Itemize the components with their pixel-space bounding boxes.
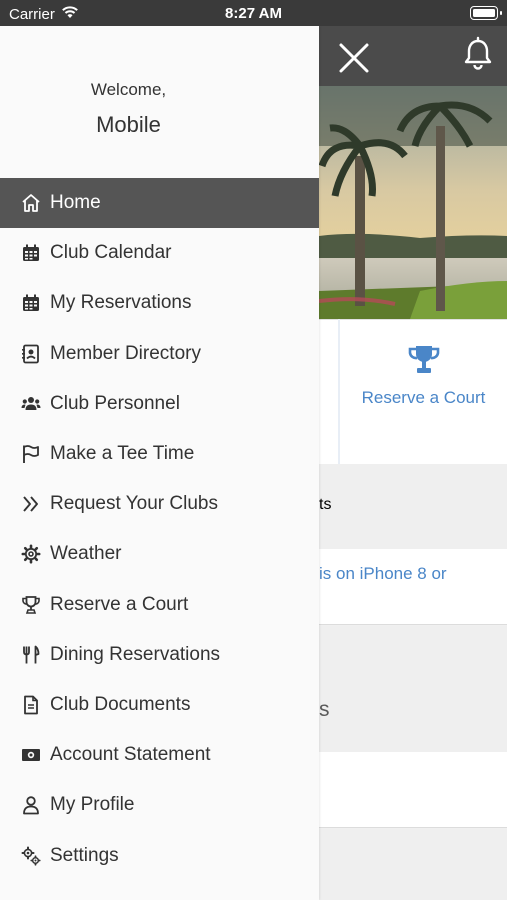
menu-item-label: Reserve a Court bbox=[50, 593, 189, 615]
menu-item-label: Dining Reservations bbox=[50, 643, 221, 665]
double-chevron-icon bbox=[20, 493, 42, 515]
menu-item-club-documents[interactable]: Club Documents bbox=[0, 680, 319, 730]
menu-item-account-statement[interactable]: Account Statement bbox=[0, 730, 319, 780]
document-icon bbox=[20, 694, 42, 716]
section-header-2-text: s bbox=[319, 698, 330, 721]
menu-item-label: Club Documents bbox=[50, 693, 191, 715]
trophy-icon bbox=[20, 594, 42, 616]
menu-item-label: Account Statement bbox=[50, 744, 211, 766]
money-icon bbox=[20, 744, 42, 766]
menu-item-reserve-court[interactable]: Reserve a Court bbox=[0, 580, 319, 630]
close-icon bbox=[339, 43, 369, 73]
close-menu-button[interactable] bbox=[334, 38, 374, 78]
notifications-button[interactable] bbox=[460, 36, 496, 72]
user-icon bbox=[20, 794, 42, 816]
menu-item-label: Request Your Clubs bbox=[50, 493, 218, 515]
bell-icon bbox=[464, 36, 492, 70]
status-time: 8:27 AM bbox=[225, 5, 282, 22]
drawer-menu: Home Club Calendar My Reservations Membe… bbox=[0, 178, 319, 881]
menu-item-member-directory[interactable]: Member Directory bbox=[0, 329, 319, 379]
contact-book-icon bbox=[20, 343, 42, 365]
gears-icon bbox=[20, 845, 42, 867]
menu-item-label: Home bbox=[50, 192, 101, 214]
reserve-court-tile[interactable]: Reserve a Court bbox=[340, 330, 507, 450]
menu-item-label: Weather bbox=[50, 543, 122, 565]
menu-item-label: Make a Tee Time bbox=[50, 443, 195, 465]
announcement-link[interactable]: is on iPhone 8 or bbox=[319, 564, 447, 584]
gear-icon bbox=[20, 543, 42, 565]
section-header-1-text: ts bbox=[319, 496, 332, 513]
menu-item-my-profile[interactable]: My Profile bbox=[0, 780, 319, 830]
menu-item-request-clubs[interactable]: Request Your Clubs bbox=[0, 479, 319, 529]
menu-item-club-personnel[interactable]: Club Personnel bbox=[0, 379, 319, 429]
trophy-icon bbox=[408, 346, 439, 373]
menu-item-dining-reservations[interactable]: Dining Reservations bbox=[0, 630, 319, 680]
users-icon bbox=[20, 393, 42, 415]
status-bar: Carrier 8:27 AM bbox=[0, 0, 507, 26]
utensils-icon bbox=[20, 644, 42, 666]
battery-icon bbox=[470, 6, 502, 20]
welcome-text: Welcome, bbox=[90, 80, 167, 99]
app-screen: Carrier 8:27 AM Reserve a Court ts is on… bbox=[0, 0, 507, 900]
side-drawer: Welcome, Mobile Home Club Calendar My Re… bbox=[0, 26, 319, 900]
home-icon bbox=[20, 192, 42, 214]
calendar-icon bbox=[20, 292, 42, 314]
username: Mobile bbox=[96, 112, 161, 137]
menu-item-my-reservations[interactable]: My Reservations bbox=[0, 278, 319, 328]
menu-item-label: Member Directory bbox=[50, 342, 201, 364]
menu-item-label: Settings bbox=[50, 844, 119, 866]
calendar-icon bbox=[20, 242, 42, 264]
menu-item-home[interactable]: Home bbox=[0, 178, 319, 229]
menu-item-weather[interactable]: Weather bbox=[0, 529, 319, 579]
menu-item-club-calendar[interactable]: Club Calendar bbox=[0, 228, 319, 278]
menu-item-label: My Reservations bbox=[50, 292, 192, 314]
reserve-court-tile-label: Reserve a Court bbox=[361, 388, 486, 407]
menu-item-make-tee-time[interactable]: Make a Tee Time bbox=[0, 429, 319, 479]
flag-icon bbox=[20, 443, 42, 465]
menu-item-settings[interactable]: Settings bbox=[0, 830, 319, 880]
menu-item-label: Club Calendar bbox=[50, 242, 172, 264]
menu-item-label: My Profile bbox=[50, 794, 135, 816]
menu-item-label: Club Personnel bbox=[50, 392, 180, 414]
